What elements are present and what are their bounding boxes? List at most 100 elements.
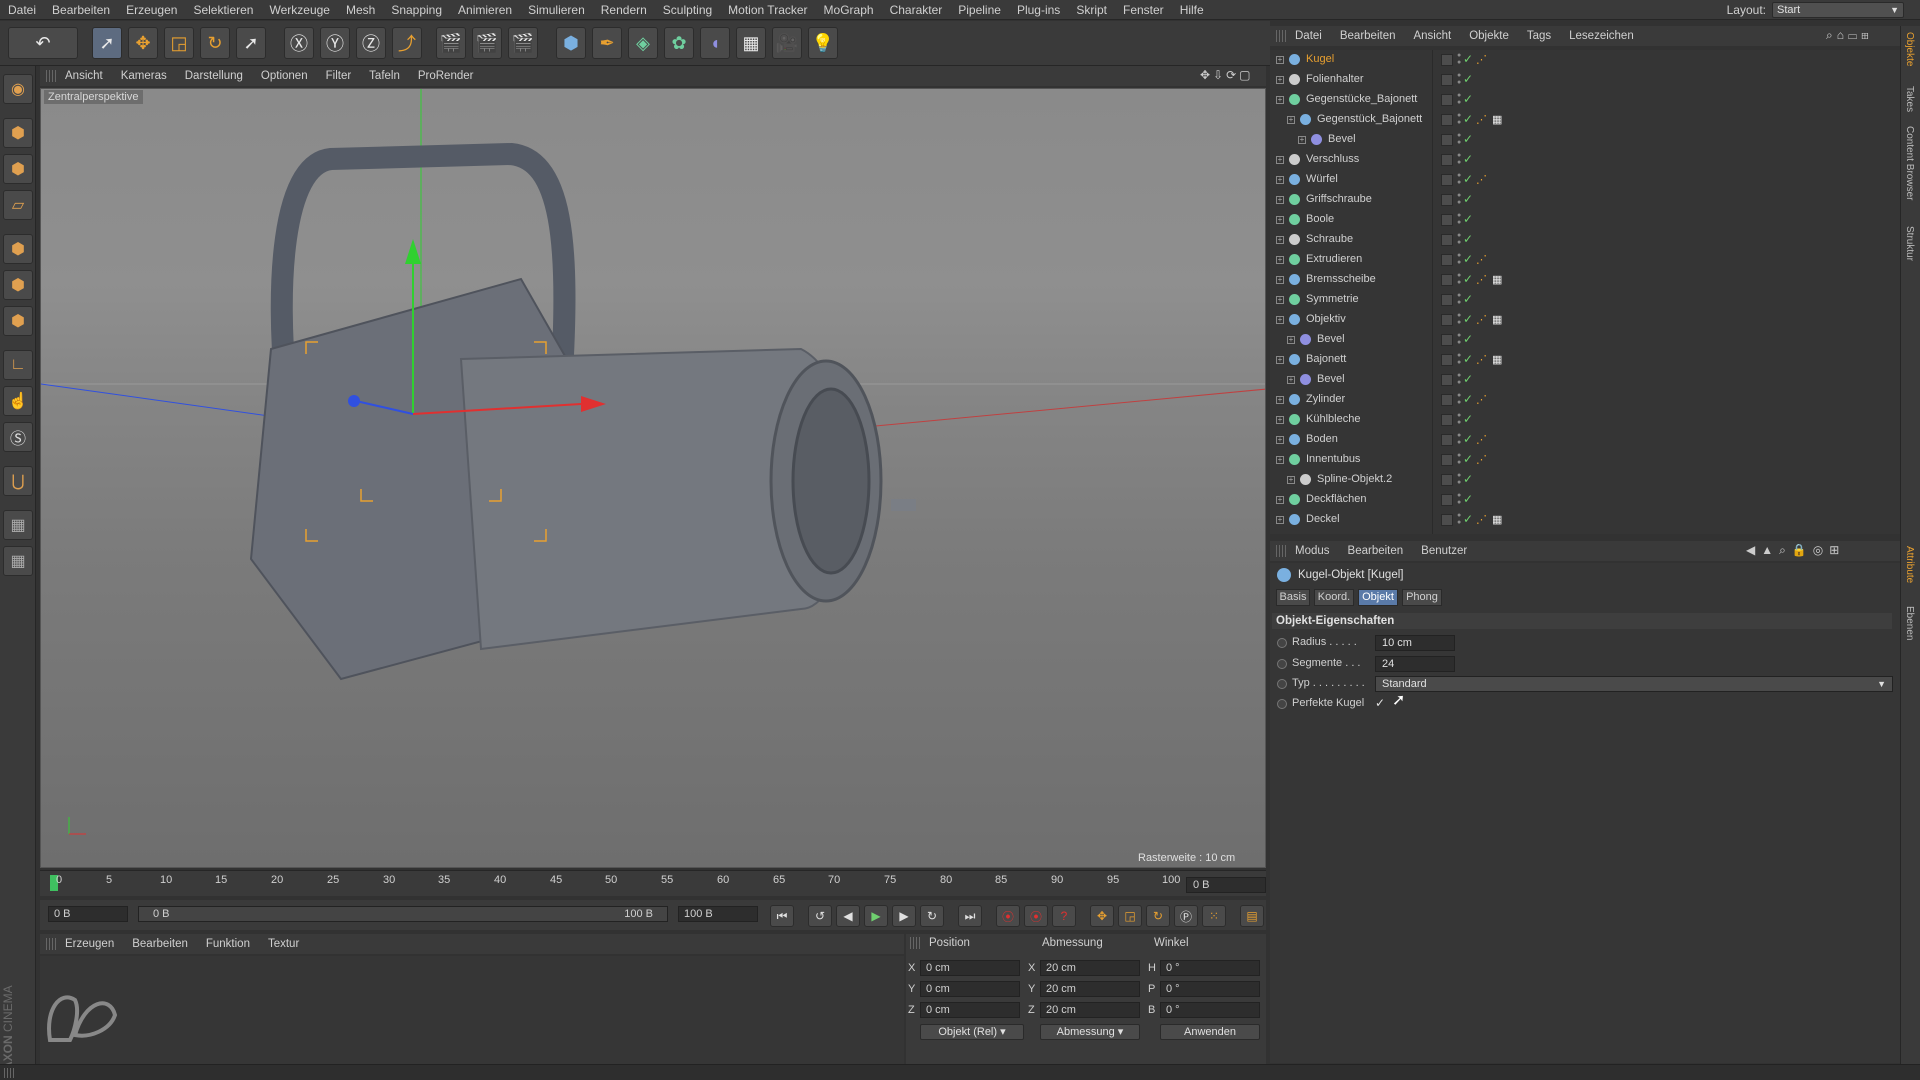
object-name[interactable]: Symmetrie [1306,293,1359,305]
object-row[interactable]: + Symmetrie ● ● ✓ [1270,290,1900,310]
om-menu-tags[interactable]: Tags [1518,30,1560,42]
object-name[interactable]: Kugel [1306,53,1334,65]
lock-x-button[interactable]: Ⓧ [284,27,314,59]
phong-tag-icon[interactable]: ⋰ [1476,53,1487,66]
next-key-button[interactable]: ↻ [920,905,944,927]
animate-segments-radio[interactable] [1277,659,1287,669]
expand-toggle-icon[interactable]: + [1276,436,1284,444]
layer-checkbox[interactable] [1441,114,1453,126]
play-button[interactable]: ▶ [864,905,888,927]
layer-checkbox[interactable] [1441,374,1453,386]
visibility-dots-icon[interactable]: ● ● [1457,192,1461,206]
object-row[interactable]: + Bevel ● ● ✓ [1270,370,1900,390]
segments-field[interactable]: 24 [1375,656,1455,672]
magnet-button[interactable]: ⋃ [3,466,33,496]
object-row[interactable]: + Spline-Objekt.2 ● ● ✓ [1270,470,1900,490]
expand-toggle-icon[interactable]: + [1276,156,1284,164]
sidetab-content-browser[interactable]: Content Browser [1904,126,1915,200]
phong-tag-icon[interactable]: ⋰ [1476,353,1487,366]
lock-z-button[interactable]: Ⓩ [356,27,386,59]
object-row[interactable]: + Griffschraube ● ● ✓ [1270,190,1900,210]
layer-checkbox[interactable] [1441,54,1453,66]
floor-button[interactable]: ▦ [736,27,766,59]
layer-checkbox[interactable] [1441,234,1453,246]
object-name[interactable]: Griffschraube [1306,193,1372,205]
menu-charakter[interactable]: Charakter [882,3,951,17]
enabled-check-icon[interactable]: ✓ [1463,132,1473,146]
om-menu-bearbeiten[interactable]: Bearbeiten [1331,30,1405,42]
layer-checkbox[interactable] [1441,414,1453,426]
enabled-check-icon[interactable]: ✓ [1463,72,1473,86]
layer-checkbox[interactable] [1441,354,1453,366]
object-row[interactable]: + Zylinder ● ● ✓ ⋰ [1270,390,1900,410]
keyframe-selection-button[interactable]: ? [1052,905,1076,927]
viewport-menu-filter[interactable]: Filter [317,70,361,82]
visibility-dots-icon[interactable]: ● ● [1457,72,1461,86]
am-header-icons[interactable]: ◀▲⌕🔒◎⊞ [1746,543,1845,558]
expand-toggle-icon[interactable]: + [1276,496,1284,504]
enabled-check-icon[interactable]: ✓ [1463,192,1473,206]
next-frame-button[interactable]: ▶ [892,905,916,927]
viewport-menu-optionen[interactable]: Optionen [252,70,317,82]
sidetab-objekte[interactable]: Objekte [1904,32,1915,66]
layer-checkbox[interactable] [1441,514,1453,526]
object-name[interactable]: Bevel [1317,373,1345,385]
radius-field[interactable]: 10 cm [1375,635,1455,651]
material-tag-icon[interactable]: ▦ [1492,113,1502,126]
phong-tag-icon[interactable]: ⋰ [1476,453,1487,466]
visibility-dots-icon[interactable]: ● ● [1457,172,1461,186]
expand-toggle-icon[interactable]: + [1276,296,1284,304]
visibility-dots-icon[interactable]: ● ● [1457,372,1461,386]
object-name[interactable]: Spline-Objekt.2 [1317,473,1392,485]
material-manager-area[interactable] [40,956,904,1064]
model-mode-button[interactable]: ⬢ [3,118,33,148]
material-tag-icon[interactable]: ▦ [1492,513,1502,526]
visibility-dots-icon[interactable]: ● ● [1457,352,1461,366]
om-header-icons[interactable]: ⌕⌂▭⊞ [1826,28,1873,43]
expand-toggle-icon[interactable]: + [1276,416,1284,424]
expand-toggle-icon[interactable]: + [1287,476,1295,484]
object-row[interactable]: + Verschluss ● ● ✓ [1270,150,1900,170]
material-menu-bearbeiten[interactable]: Bearbeiten [123,938,197,950]
visibility-dots-icon[interactable]: ● ● [1457,212,1461,226]
layer-checkbox[interactable] [1441,194,1453,206]
current-frame-field[interactable]: 0 B [1186,877,1266,893]
object-name[interactable]: Verschluss [1306,153,1359,165]
visibility-dots-icon[interactable]: ● ● [1457,452,1461,466]
am-menu-modus[interactable]: Modus [1286,545,1339,557]
layer-checkbox[interactable] [1441,94,1453,106]
object-row[interactable]: + Bajonett ● ● ✓ ⋰ ▦ [1270,350,1900,370]
rotate-tool-button[interactable]: ↻ [200,27,230,59]
subdivision-button[interactable]: ◈ [628,27,658,59]
expand-toggle-icon[interactable]: + [1276,236,1284,244]
layer-checkbox[interactable] [1441,174,1453,186]
phong-tag-icon[interactable]: ⋰ [1476,313,1487,326]
material-menu-funktion[interactable]: Funktion [197,938,259,950]
perfect-sphere-checkbox[interactable]: ✓ [1375,696,1385,710]
enabled-check-icon[interactable]: ✓ [1463,112,1473,126]
menu-sculpting[interactable]: Sculpting [655,3,720,17]
layer-checkbox[interactable] [1441,334,1453,346]
menu-bearbeiten[interactable]: Bearbeiten [44,3,118,17]
menu-simulieren[interactable]: Simulieren [520,3,593,17]
live-selection-button[interactable]: ➚ [92,27,122,59]
object-name[interactable]: Deckel [1306,513,1340,525]
phong-tag-icon[interactable]: ⋰ [1476,513,1487,526]
size-x-field[interactable]: 20 cm [1040,960,1140,976]
menu-mograph[interactable]: MoGraph [816,3,882,17]
layer-checkbox[interactable] [1441,274,1453,286]
points-mode-button[interactable]: ⬢ [3,234,33,264]
move-tool-button[interactable]: ✥ [128,27,158,59]
visibility-dots-icon[interactable]: ● ● [1457,512,1461,526]
apply-button[interactable]: Anwenden [1160,1024,1260,1040]
enabled-check-icon[interactable]: ✓ [1463,412,1473,426]
layer-checkbox[interactable] [1441,294,1453,306]
position-y-field[interactable]: 0 cm [920,981,1020,997]
enabled-check-icon[interactable]: ✓ [1463,332,1473,346]
animate-type-radio[interactable] [1277,679,1287,689]
layout-select[interactable]: Start ▼ [1772,2,1904,18]
object-name[interactable]: Innentubus [1306,453,1360,465]
3d-viewport[interactable] [40,88,1266,868]
tab-koord[interactable]: Koord. [1314,589,1354,606]
viewport-menu-darstellung[interactable]: Darstellung [176,70,252,82]
